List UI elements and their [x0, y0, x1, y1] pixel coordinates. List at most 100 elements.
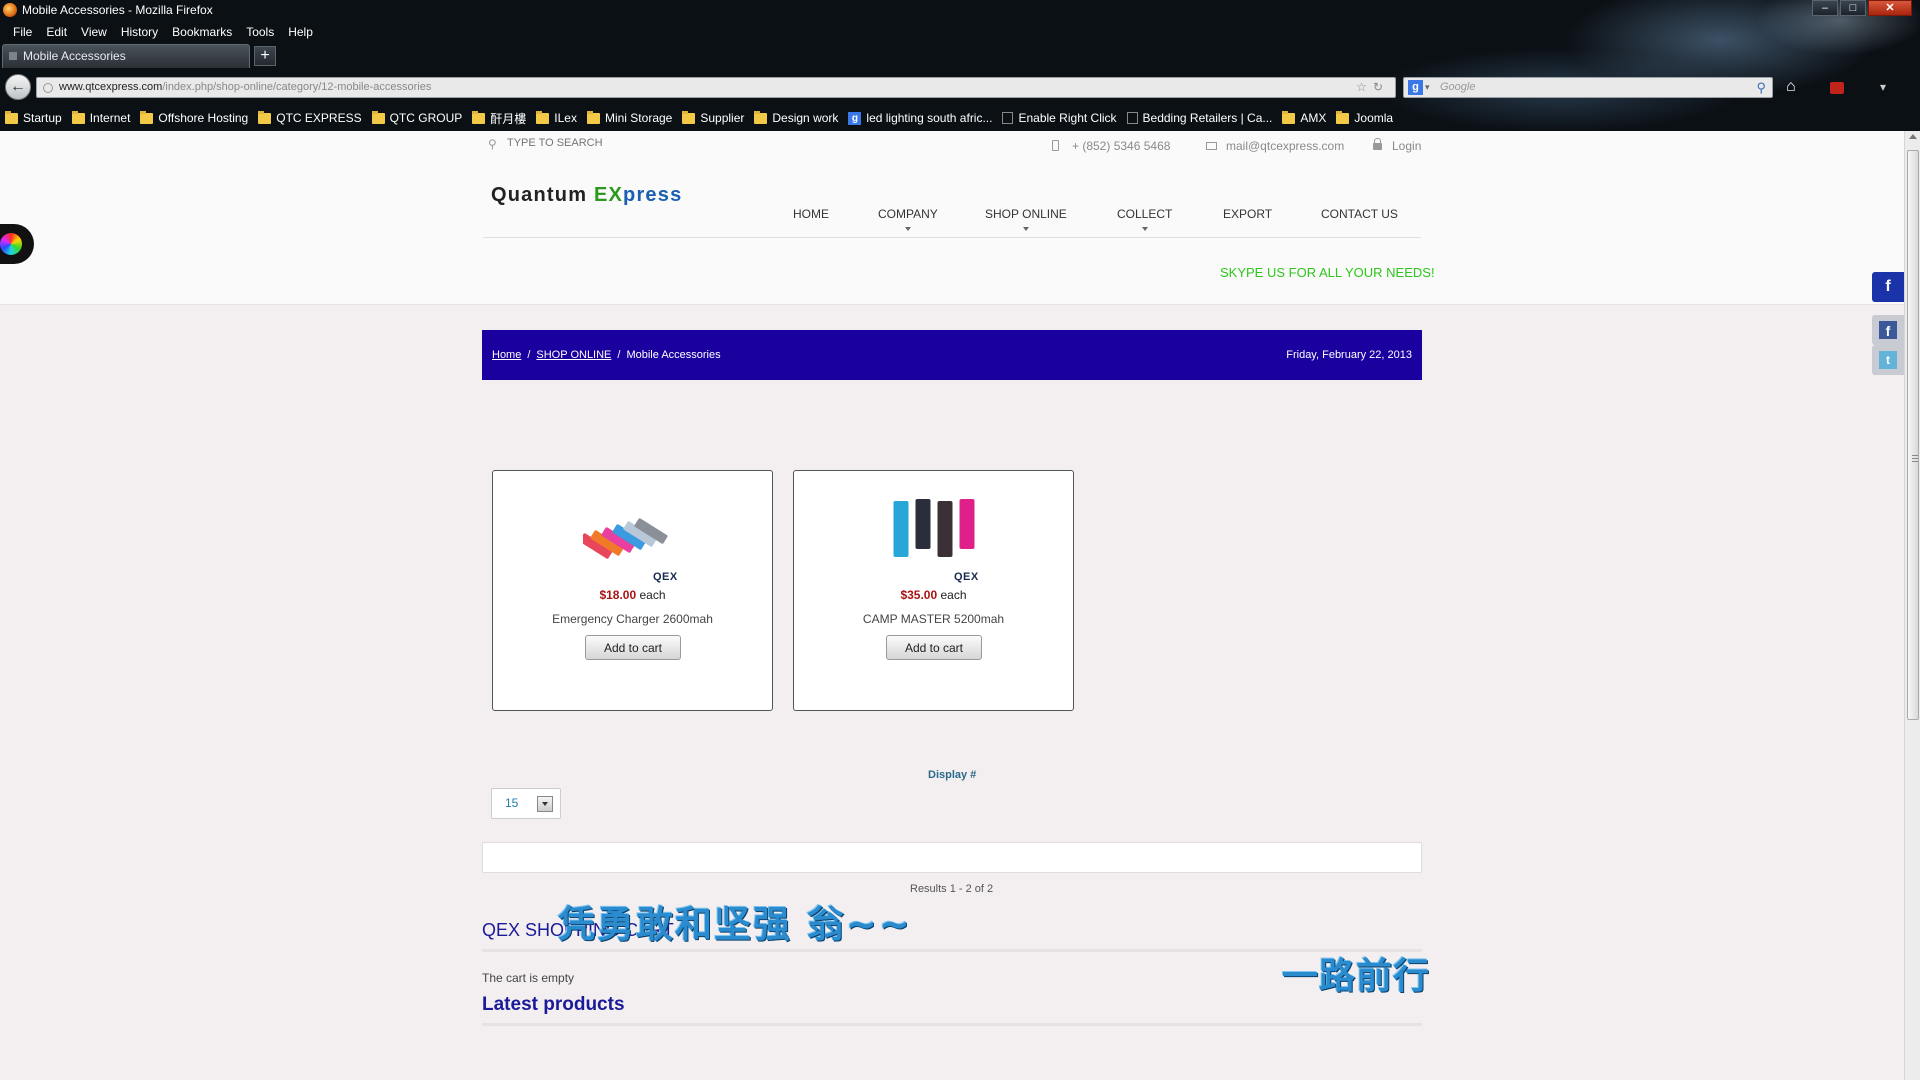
- facebook-share-icon[interactable]: f: [1872, 315, 1904, 345]
- add-to-cart-button[interactable]: Add to cart: [886, 635, 982, 660]
- login-link[interactable]: Login: [1392, 139, 1421, 153]
- firefox-icon: [3, 3, 17, 17]
- url-actions: ☆↻: [1356, 78, 1389, 97]
- nav-shop-online[interactable]: SHOP ONLINE: [985, 207, 1067, 231]
- home-icon[interactable]: ⌂: [1786, 78, 1796, 96]
- phone-number: + (852) 5346 5468: [1072, 139, 1171, 153]
- bookmark-item[interactable]: Offshore Hosting: [140, 108, 248, 128]
- menu-history[interactable]: History: [114, 21, 165, 41]
- reload-icon[interactable]: ↻: [1373, 80, 1389, 94]
- folder-icon: [371, 110, 385, 124]
- nav-home-label: HOME: [793, 207, 829, 221]
- cart-status: The cart is empty: [482, 971, 575, 985]
- folder-icon: [1336, 110, 1350, 124]
- product-name[interactable]: CAMP MASTER 5200mah: [794, 612, 1073, 626]
- menu-file[interactable]: File: [6, 21, 39, 41]
- product-stick-shape: [937, 501, 953, 557]
- product-image[interactable]: [884, 497, 984, 559]
- submenu-caret-icon: [1141, 227, 1148, 231]
- product-card: QEX $35.00 each CAMP MASTER 5200mah Add …: [793, 470, 1074, 711]
- product-price: $35.00: [900, 588, 938, 602]
- add-to-cart-button[interactable]: Add to cart: [585, 635, 681, 660]
- product-name[interactable]: Emergency Charger 2600mah: [493, 612, 772, 626]
- bookmark-item[interactable]: AMX: [1282, 108, 1326, 128]
- phone-icon: [1052, 140, 1059, 151]
- dropdown-arrow-icon[interactable]: [537, 796, 553, 812]
- folder-icon: [71, 110, 85, 124]
- bookmark-item[interactable]: QTC EXPRESS: [258, 108, 362, 128]
- bookmark-item[interactable]: Enable Right Click: [1002, 108, 1117, 128]
- twitter-share-icon[interactable]: t: [1872, 345, 1904, 375]
- search-engine-dropdown-icon[interactable]: ▾: [1425, 78, 1430, 97]
- search-icon[interactable]: ⚲: [1756, 78, 1766, 97]
- product-image[interactable]: [583, 497, 683, 559]
- bookmark-item[interactable]: 酐月樓: [472, 108, 526, 128]
- nav-divider: [483, 237, 1421, 238]
- bookmark-item[interactable]: Mini Storage: [586, 108, 672, 128]
- bookmark-star-icon[interactable]: ☆: [1356, 80, 1373, 94]
- close-button[interactable]: ✕: [1868, 0, 1912, 16]
- site-logo[interactable]: Quantum EXpress: [491, 184, 682, 207]
- nav-home[interactable]: HOME: [793, 207, 829, 221]
- bookmark-item[interactable]: g led lighting south afric...: [848, 108, 992, 128]
- menu-bookmarks[interactable]: Bookmarks: [165, 21, 239, 41]
- breadcrumb-home[interactable]: Home: [492, 349, 521, 361]
- bookmark-item[interactable]: Supplier: [682, 108, 744, 128]
- bookmark-item[interactable]: ILex: [536, 108, 577, 128]
- scrollbar-thumb[interactable]: [1907, 150, 1919, 720]
- bookmark-label: led lighting south afric...: [866, 111, 993, 125]
- addon-menu-icon[interactable]: ▾: [1880, 80, 1886, 94]
- bookmark-label: ILex: [554, 111, 577, 125]
- nav-company[interactable]: COMPANY: [878, 207, 938, 231]
- url-path: /index.php/shop-online/category/12-mobil…: [162, 81, 432, 93]
- menu-view[interactable]: View: [74, 21, 114, 41]
- bookmark-item[interactable]: Internet: [71, 108, 130, 128]
- scroll-up-icon[interactable]: [1909, 134, 1917, 139]
- bookmark-item[interactable]: Joomla: [1336, 108, 1393, 128]
- bookmark-label: Offshore Hosting: [158, 111, 249, 125]
- breadcrumb: Home / SHOP ONLINE / Mobile Accessories Frid…: [482, 330, 1422, 380]
- email-link[interactable]: mail@qtcexpress.com: [1226, 139, 1344, 153]
- page-favicon-icon: [9, 52, 17, 60]
- vertical-scrollbar[interactable]: [1904, 131, 1920, 1080]
- menu-help[interactable]: Help: [281, 21, 320, 41]
- product-brand: QEX: [653, 571, 678, 583]
- maximize-button[interactable]: □: [1840, 0, 1866, 16]
- new-tab-button[interactable]: +: [254, 46, 276, 66]
- tab-mobile-accessories[interactable]: Mobile Accessories: [2, 44, 250, 68]
- product-price-line: $18.00 each: [493, 588, 772, 602]
- back-button[interactable]: ←: [5, 74, 31, 100]
- nav-contact-us[interactable]: CONTACT US: [1321, 207, 1398, 221]
- menu-edit[interactable]: Edit: [39, 21, 74, 41]
- minimize-button[interactable]: –: [1812, 0, 1838, 16]
- overlay-caption-2: 一路前行: [1282, 956, 1431, 997]
- bookmark-item[interactable]: Startup: [5, 108, 62, 128]
- google-icon[interactable]: g: [1408, 80, 1423, 95]
- mail-icon: [1206, 142, 1217, 150]
- nav-export[interactable]: EXPORT: [1223, 207, 1272, 221]
- bookmark-item[interactable]: Bedding Retailers | Ca...: [1126, 108, 1272, 128]
- search-bar[interactable]: g ▾ Google ⚲: [1403, 77, 1773, 98]
- bookmark-label: Design work: [772, 111, 839, 125]
- breadcrumb-shop-online[interactable]: SHOP ONLINE: [536, 349, 611, 361]
- skype-banner[interactable]: SKYPE US FOR ALL YOUR NEEDS!: [1220, 265, 1435, 280]
- site-search-input[interactable]: [507, 137, 757, 149]
- folder-icon: [472, 110, 486, 124]
- url-bar[interactable]: www.qtcexpress.com/index.php/shop-online…: [36, 77, 1396, 98]
- bookmark-label: Supplier: [700, 111, 745, 125]
- site-identity-icon[interactable]: [43, 83, 53, 93]
- window-controls: – □ ✕: [1812, 0, 1912, 16]
- bookmark-item[interactable]: QTC GROUP: [371, 108, 463, 128]
- tab-title: Mobile Accessories: [23, 49, 126, 63]
- search-placeholder: Google: [1440, 81, 1476, 93]
- display-count-select[interactable]: 15: [491, 788, 561, 819]
- facebook-feedback-icon[interactable]: f: [1872, 272, 1904, 302]
- price-unit: each: [940, 588, 967, 602]
- bookmark-item[interactable]: Design work: [754, 108, 838, 128]
- addon-icon[interactable]: [1830, 82, 1844, 94]
- display-count-label: Display #: [928, 769, 977, 781]
- menu-tools[interactable]: Tools: [239, 21, 281, 41]
- nav-collect[interactable]: COLLECT: [1117, 207, 1172, 231]
- bookmark-label: QTC GROUP: [389, 111, 463, 125]
- product-stick-shape: [915, 499, 931, 549]
